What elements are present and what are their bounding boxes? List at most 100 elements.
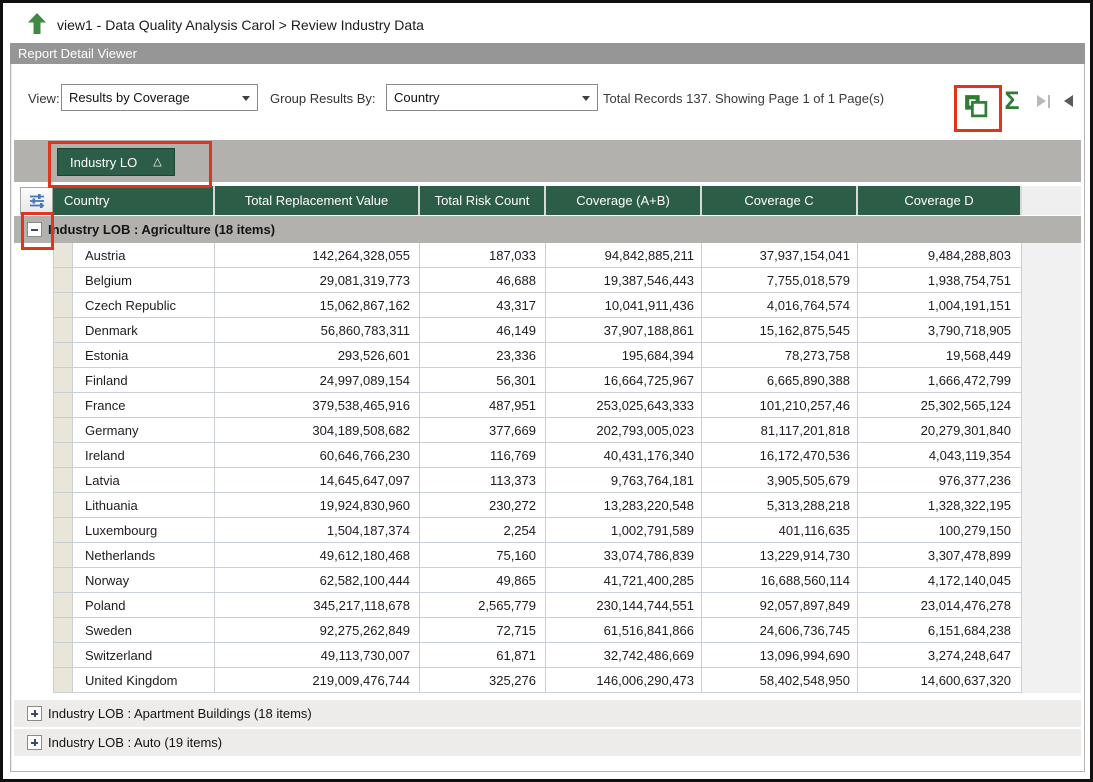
country-cell[interactable]: Denmark	[73, 318, 215, 343]
value-cell[interactable]: 1,328,322,195	[858, 493, 1022, 518]
country-cell[interactable]: Sweden	[73, 618, 215, 643]
row-indicator[interactable]	[53, 668, 73, 693]
country-cell[interactable]: Czech Republic	[73, 293, 215, 318]
value-cell[interactable]: 7,755,018,579	[702, 268, 858, 293]
value-cell[interactable]: 100,279,150	[858, 518, 1022, 543]
value-cell[interactable]: 24,997,089,154	[215, 368, 420, 393]
row-indicator[interactable]	[53, 368, 73, 393]
country-cell[interactable]: Austria	[73, 243, 215, 268]
value-cell[interactable]: 13,283,220,548	[546, 493, 702, 518]
expand-group-icon[interactable]	[27, 706, 42, 721]
value-cell[interactable]: 75,160	[420, 543, 546, 568]
sigma-icon[interactable]: Σ	[999, 84, 1025, 118]
row-indicator[interactable]	[53, 493, 73, 518]
value-cell[interactable]: 377,669	[420, 418, 546, 443]
row-indicator[interactable]	[53, 618, 73, 643]
value-cell[interactable]: 3,790,718,905	[858, 318, 1022, 343]
value-cell[interactable]: 116,769	[420, 443, 546, 468]
value-cell[interactable]: 60,646,766,230	[215, 443, 420, 468]
value-cell[interactable]: 379,538,465,916	[215, 393, 420, 418]
value-cell[interactable]: 62,582,100,444	[215, 568, 420, 593]
value-cell[interactable]: 19,924,830,960	[215, 493, 420, 518]
value-cell[interactable]: 253,025,643,333	[546, 393, 702, 418]
group-by-chip-industry-lob[interactable]: Industry LO △	[57, 148, 175, 176]
group-row-agriculture[interactable]: Industry LOB : Agriculture (18 items)	[14, 216, 1081, 243]
row-indicator[interactable]	[53, 518, 73, 543]
value-cell[interactable]: 14,600,637,320	[858, 668, 1022, 693]
row-indicator[interactable]	[53, 293, 73, 318]
row-indicator[interactable]	[53, 643, 73, 668]
value-cell[interactable]: 13,096,994,690	[702, 643, 858, 668]
value-cell[interactable]: 1,002,791,589	[546, 518, 702, 543]
value-cell[interactable]: 1,004,191,151	[858, 293, 1022, 318]
country-cell[interactable]: Estonia	[73, 343, 215, 368]
value-cell[interactable]: 4,172,140,045	[858, 568, 1022, 593]
country-cell[interactable]: Belgium	[73, 268, 215, 293]
value-cell[interactable]: 24,606,736,745	[702, 618, 858, 643]
value-cell[interactable]: 487,951	[420, 393, 546, 418]
value-cell[interactable]: 25,302,565,124	[858, 393, 1022, 418]
row-indicator[interactable]	[53, 343, 73, 368]
value-cell[interactable]: 43,317	[420, 293, 546, 318]
value-cell[interactable]: 37,907,188,861	[546, 318, 702, 343]
column-header-coverage-c[interactable]: Coverage C	[702, 186, 858, 215]
value-cell[interactable]: 15,062,867,162	[215, 293, 420, 318]
value-cell[interactable]: 78,273,758	[702, 343, 858, 368]
country-cell[interactable]: Netherlands	[73, 543, 215, 568]
value-cell[interactable]: 37,937,154,041	[702, 243, 858, 268]
table-row[interactable]: Luxembourg1,504,187,3742,2541,002,791,58…	[0, 518, 1093, 543]
value-cell[interactable]: 6,665,890,388	[702, 368, 858, 393]
table-row[interactable]: Netherlands49,612,180,46875,16033,074,78…	[0, 543, 1093, 568]
column-header-coverage-d[interactable]: Coverage D	[858, 186, 1022, 215]
value-cell[interactable]: 345,217,118,678	[215, 593, 420, 618]
value-cell[interactable]: 3,307,478,899	[858, 543, 1022, 568]
up-level-arrow-icon[interactable]	[28, 13, 46, 35]
value-cell[interactable]: 13,229,914,730	[702, 543, 858, 568]
value-cell[interactable]: 195,684,394	[546, 343, 702, 368]
value-cell[interactable]: 15,162,875,545	[702, 318, 858, 343]
table-row[interactable]: Czech Republic15,062,867,16243,31710,041…	[0, 293, 1093, 318]
value-cell[interactable]: 101,210,257,46	[702, 393, 858, 418]
table-row[interactable]: Switzerland49,113,730,00761,87132,742,48…	[0, 643, 1093, 668]
value-cell[interactable]: 14,645,647,097	[215, 468, 420, 493]
collapse-group-icon[interactable]	[27, 222, 42, 237]
table-row[interactable]: Finland24,997,089,15456,30116,664,725,96…	[0, 368, 1093, 393]
value-cell[interactable]: 976,377,236	[858, 468, 1022, 493]
group-by-dropdown[interactable]: Country	[386, 84, 598, 111]
value-cell[interactable]: 202,793,005,023	[546, 418, 702, 443]
row-indicator[interactable]	[53, 593, 73, 618]
row-indicator[interactable]	[53, 243, 73, 268]
value-cell[interactable]: 113,373	[420, 468, 546, 493]
table-row[interactable]: Poland345,217,118,6782,565,779230,144,74…	[0, 593, 1093, 618]
country-cell[interactable]: Lithuania	[73, 493, 215, 518]
value-cell[interactable]: 72,715	[420, 618, 546, 643]
value-cell[interactable]: 3,905,505,679	[702, 468, 858, 493]
previous-page-button[interactable]	[1062, 94, 1074, 108]
value-cell[interactable]: 16,172,470,536	[702, 443, 858, 468]
value-cell[interactable]: 56,860,783,311	[215, 318, 420, 343]
country-cell[interactable]: Germany	[73, 418, 215, 443]
column-header-coverage-ab[interactable]: Coverage (A+B)	[546, 186, 702, 215]
export-button[interactable]	[959, 89, 992, 122]
value-cell[interactable]: 61,516,841,866	[546, 618, 702, 643]
country-cell[interactable]: Finland	[73, 368, 215, 393]
value-cell[interactable]: 32,742,486,669	[546, 643, 702, 668]
country-cell[interactable]: Ireland	[73, 443, 215, 468]
value-cell[interactable]: 10,041,911,436	[546, 293, 702, 318]
value-cell[interactable]: 46,688	[420, 268, 546, 293]
value-cell[interactable]: 94,842,885,211	[546, 243, 702, 268]
row-indicator[interactable]	[53, 568, 73, 593]
value-cell[interactable]: 293,526,601	[215, 343, 420, 368]
value-cell[interactable]: 49,113,730,007	[215, 643, 420, 668]
value-cell[interactable]: 23,336	[420, 343, 546, 368]
value-cell[interactable]: 230,144,744,551	[546, 593, 702, 618]
table-row[interactable]: Estonia293,526,60123,336195,684,39478,27…	[0, 343, 1093, 368]
value-cell[interactable]: 92,275,262,849	[215, 618, 420, 643]
value-cell[interactable]: 230,272	[420, 493, 546, 518]
value-cell[interactable]: 41,721,400,285	[546, 568, 702, 593]
value-cell[interactable]: 56,301	[420, 368, 546, 393]
last-page-button[interactable]	[1035, 94, 1051, 108]
value-cell[interactable]: 9,484,288,803	[858, 243, 1022, 268]
table-row[interactable]: Latvia14,645,647,097113,3739,763,764,181…	[0, 468, 1093, 493]
value-cell[interactable]: 3,274,248,647	[858, 643, 1022, 668]
